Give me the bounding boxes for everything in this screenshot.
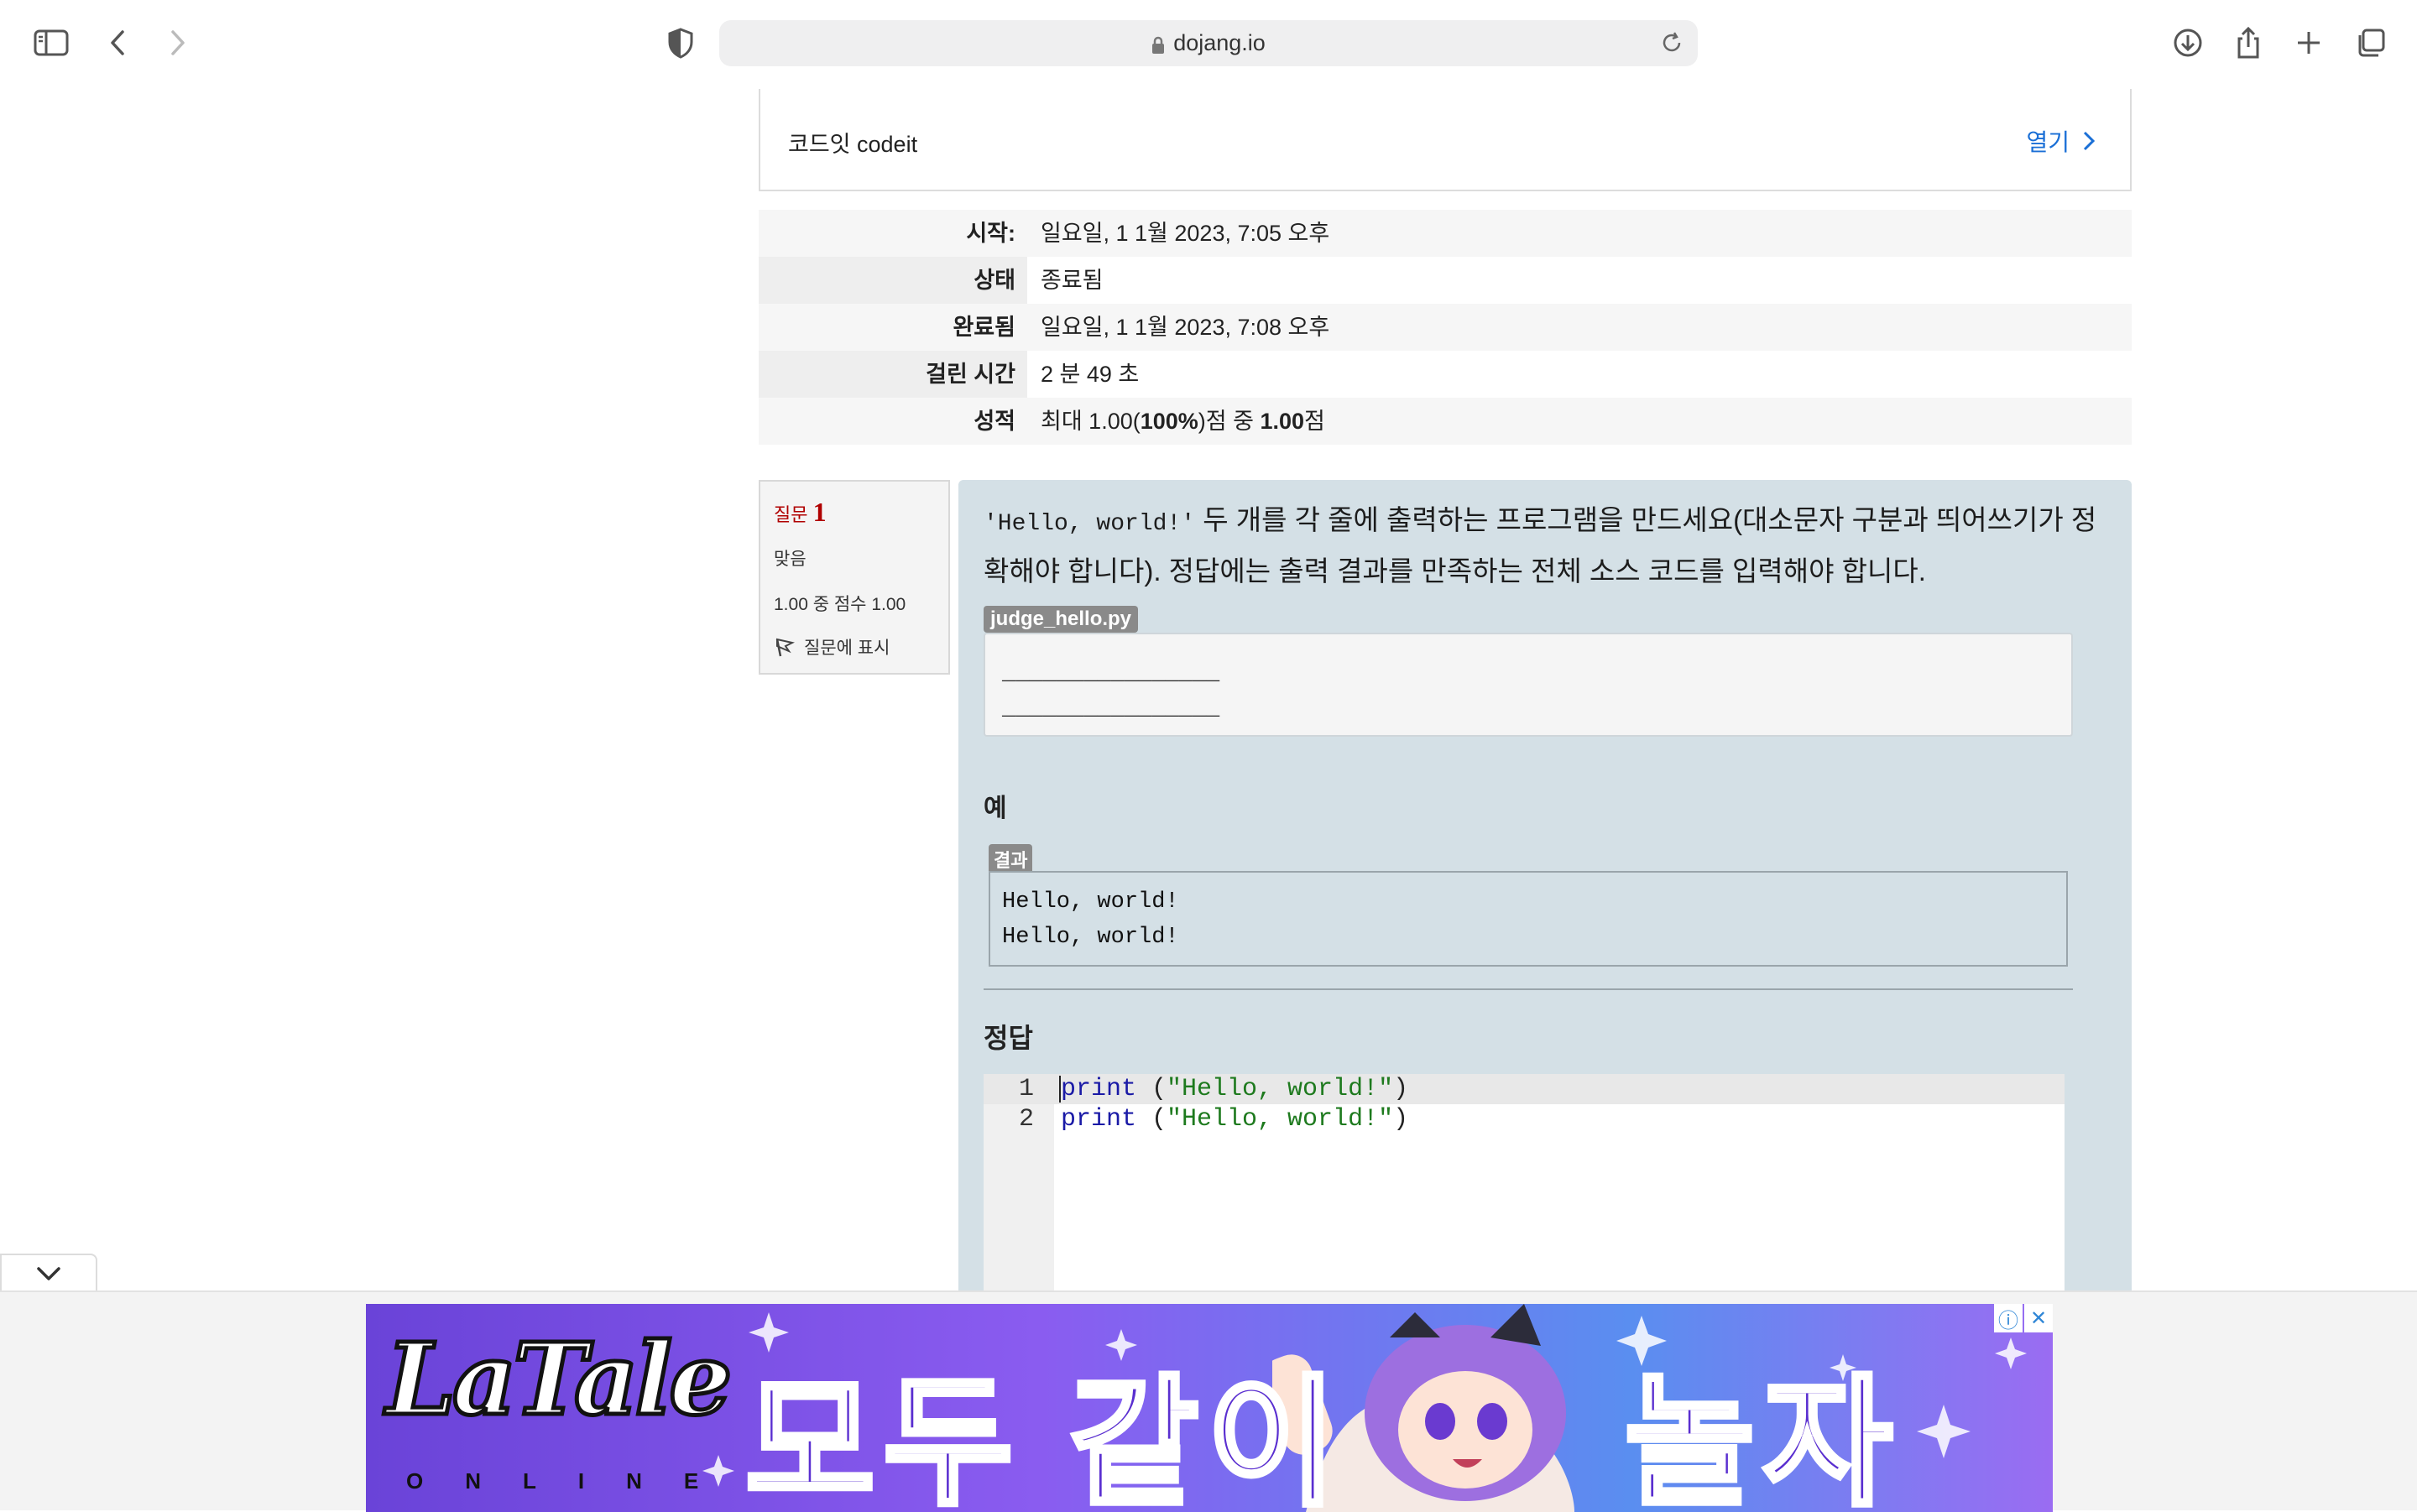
code-line[interactable]: 2 print ("Hello, world!"): [984, 1104, 2065, 1134]
privacy-shield-icon[interactable]: [663, 25, 698, 60]
code-editor[interactable]: 1 print ("Hello, world!") 2 print ("Hell…: [984, 1074, 2065, 1302]
codeit-open-link[interactable]: 열기: [2026, 124, 2096, 158]
summary-value: 종료됨: [1027, 257, 2132, 304]
tab-overview-icon[interactable]: [2353, 25, 2388, 60]
ad-logo: LaTale: [384, 1319, 733, 1440]
summary-value: 일요일, 1 1월 2023, 7:08 오후: [1027, 304, 2132, 351]
divider: [984, 988, 2073, 990]
sidebar-toggle-icon[interactable]: [34, 25, 69, 60]
codeit-card: 코드잇 codeit 열기: [759, 89, 2132, 191]
forward-icon[interactable]: [159, 25, 195, 60]
new-tab-icon[interactable]: [2291, 25, 2326, 60]
summary-label: 성적: [759, 398, 1027, 445]
summary-row: 걸린 시간 2 분 49 초: [759, 351, 2132, 398]
question-text: 'Hello, world!' 두 개를 각 줄에 출력하는 프로그램을 만드세…: [984, 504, 2097, 587]
attempt-summary-table: 시작: 일요일, 1 1월 2023, 7:05 오후 상태 종료됨 완료됨 일…: [759, 210, 2132, 445]
answer-heading: 정답: [984, 1023, 1033, 1053]
question-grade: 1.00 중 점수 1.00: [774, 595, 906, 614]
chevron-right-icon: [2083, 131, 2096, 151]
ad-headline-2: 놀자: [1622, 1362, 1902, 1512]
ad-close-icon[interactable]: ✕: [2024, 1304, 2053, 1332]
ad-info-icon[interactable]: ⓘ: [1994, 1304, 2023, 1332]
reload-icon[interactable]: [1657, 29, 1686, 57]
lock-icon: [1152, 36, 1165, 54]
summary-row: 완료됨 일요일, 1 1월 2023, 7:08 오후: [759, 304, 2132, 351]
url-text: dojang.io: [1173, 30, 1266, 55]
example-heading: 예: [984, 795, 1007, 822]
flag-icon: [775, 638, 795, 657]
flag-question-link[interactable]: 질문에 표시: [774, 634, 890, 660]
summary-row: 상태 종료됨: [759, 257, 2132, 304]
flag-label: 질문에 표시: [804, 639, 890, 658]
summary-value-grade: 최대 1.00(100%)점 중 1.00점: [1027, 398, 2132, 445]
code-line[interactable]: 1 print ("Hello, world!"): [984, 1074, 2065, 1104]
file-name-badge: judge_hello.py: [984, 606, 1139, 633]
ad-banner[interactable]: LaTale ONLINE 모두 같이 놀자 ⓘ ✕: [366, 1304, 2053, 1512]
summary-label: 상태: [759, 257, 1027, 304]
summary-row: 성적 최대 1.00(100%)점 중 1.00점: [759, 398, 2132, 445]
summary-label: 시작:: [759, 210, 1027, 257]
browser-toolbar: dojang.io: [0, 0, 2417, 87]
open-label: 열기: [2026, 129, 2070, 155]
downloads-icon[interactable]: [2170, 25, 2206, 60]
ad-strip: LaTale ONLINE 모두 같이 놀자 ⓘ ✕: [0, 1290, 2417, 1512]
summary-value: 일요일, 1 1월 2023, 7:05 오후: [1027, 210, 2132, 257]
result-badge: 결과: [989, 844, 1033, 874]
question-number: 질문 1: [774, 497, 827, 527]
ad-logo-sub: ONLINE: [406, 1468, 741, 1494]
summary-label: 완료됨: [759, 304, 1027, 351]
summary-row: 시작: 일요일, 1 1월 2023, 7:05 오후: [759, 210, 2132, 257]
file-content-box: ________________ ________________: [984, 633, 2073, 737]
codeit-label: 코드잇 codeit: [788, 132, 918, 157]
summary-value: 2 분 49 초: [1027, 351, 2132, 398]
collapse-ad-button[interactable]: [0, 1254, 97, 1292]
page-content: 코드잇 codeit 열기 시작: 일요일, 1 1월 2023, 7:05 오…: [0, 87, 2417, 1302]
ad-headline-1: 모두 같이: [743, 1362, 1345, 1512]
address-bar[interactable]: dojang.io: [719, 20, 1698, 66]
back-icon[interactable]: [101, 25, 136, 60]
summary-label: 걸린 시간: [759, 351, 1027, 398]
text-cursor: [1059, 1076, 1061, 1103]
ad-controls: ⓘ ✕: [1994, 1304, 2053, 1332]
chevron-down-icon: [37, 1267, 60, 1280]
example-output-box: Hello, world! Hello, world!: [989, 871, 2068, 967]
question-info-panel: 질문 1 맞음 1.00 중 점수 1.00 질문에 표시: [759, 480, 950, 675]
question-state: 맞음: [774, 550, 807, 569]
share-icon[interactable]: [2231, 25, 2266, 60]
